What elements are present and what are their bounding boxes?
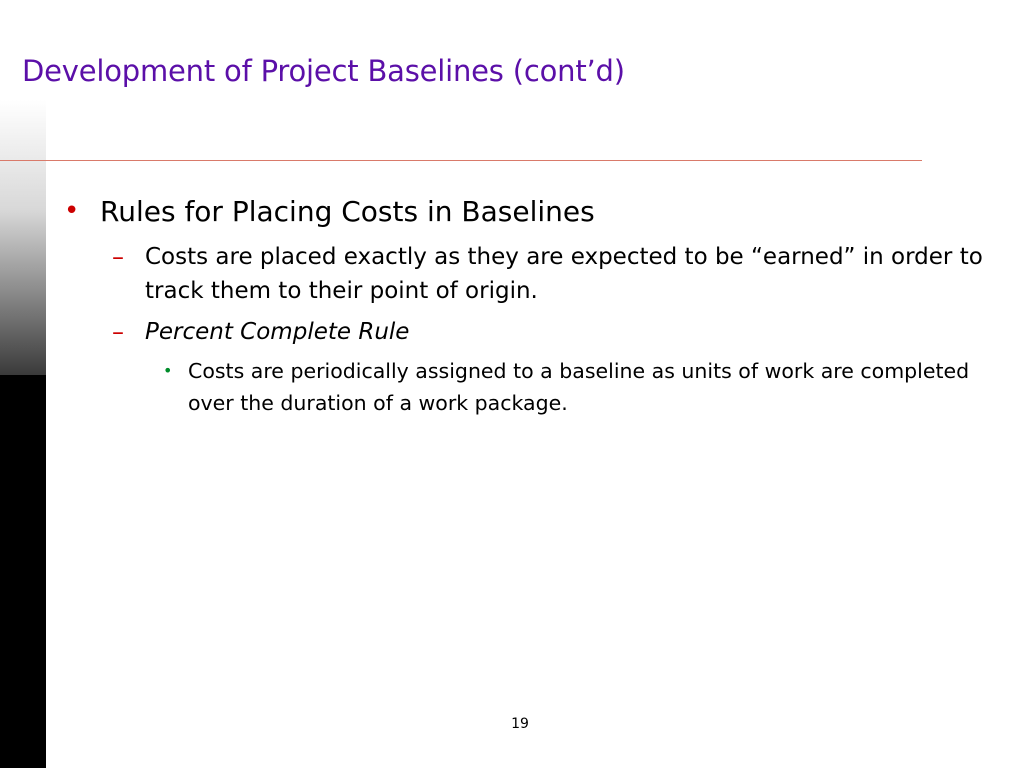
- bullet-level2-item: – Costs are placed exactly as they are e…: [112, 240, 1005, 308]
- bullet-level1: • Rules for Placing Costs in Baselines: [64, 192, 595, 232]
- slide-title: Development of Project Baselines (cont’d…: [22, 54, 625, 88]
- title-divider: [0, 160, 922, 161]
- bullet-level1-text: Rules for Placing Costs in Baselines: [100, 195, 595, 228]
- bullet-level2-text: Costs are placed exactly as they are exp…: [145, 244, 983, 304]
- left-gradient-bar: [0, 100, 46, 375]
- slide: Development of Project Baselines (cont’d…: [0, 0, 1024, 768]
- bullet-dot-icon: •: [64, 196, 80, 226]
- dash-icon: –: [112, 243, 124, 271]
- bullet-level3-text: Costs are periodically assigned to a bas…: [188, 359, 970, 415]
- left-black-bar: [0, 375, 46, 768]
- bullet-dot-icon: •: [163, 361, 173, 380]
- bullet-level2-item: – Percent Complete Rule: [112, 315, 1005, 349]
- bullet-level2-text: Percent Complete Rule: [145, 319, 410, 345]
- bullet-level3: • Costs are periodically assigned to a b…: [163, 355, 1018, 419]
- page-number: 19: [511, 716, 529, 732]
- dash-icon: –: [112, 318, 124, 346]
